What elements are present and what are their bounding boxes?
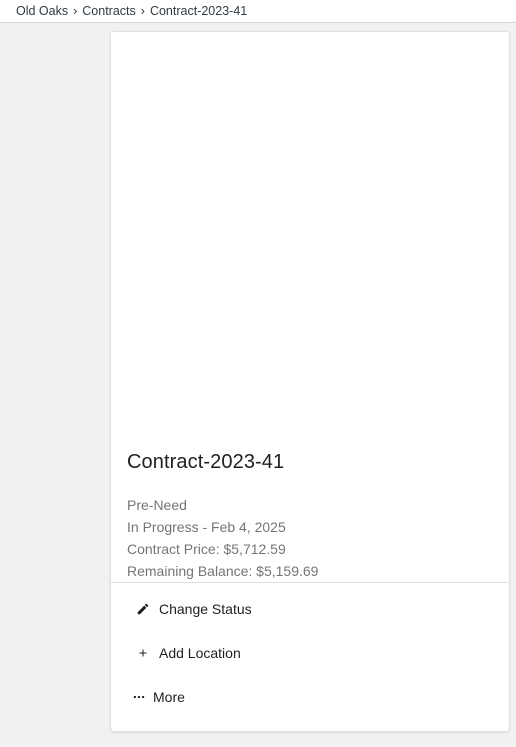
contract-title: Contract-2023-41 bbox=[127, 451, 285, 473]
contract-type: Pre-Need bbox=[127, 497, 187, 513]
card-divider bbox=[111, 582, 509, 583]
card-media bbox=[111, 32, 509, 432]
contract-card: Contract-2023-41 Pre-Need In Progress - … bbox=[110, 31, 510, 732]
contract-details: Pre-Need In Progress - Feb 4, 2025 Contr… bbox=[127, 494, 318, 582]
card-actions: Change Status Add Location More bbox=[111, 587, 509, 719]
breadcrumb-separator: › bbox=[73, 4, 78, 18]
breadcrumb-separator: › bbox=[140, 4, 145, 18]
pencil-icon bbox=[135, 601, 151, 617]
remaining-balance: Remaining Balance: $5,159.69 bbox=[127, 563, 319, 579]
more-button[interactable]: More bbox=[111, 675, 509, 719]
change-status-button[interactable]: Change Status bbox=[111, 587, 509, 631]
plus-icon bbox=[135, 645, 151, 661]
more-label: More bbox=[153, 689, 185, 705]
breadcrumb: Old Oaks › Contracts › Contract-2023-41 bbox=[0, 0, 516, 23]
more-dots-icon bbox=[131, 689, 147, 705]
add-location-label: Add Location bbox=[159, 645, 241, 661]
contract-status: In Progress - Feb 4, 2025 bbox=[127, 519, 286, 535]
breadcrumb-item-contracts[interactable]: Contracts bbox=[82, 4, 136, 18]
add-location-button[interactable]: Add Location bbox=[111, 631, 509, 675]
contract-price: Contract Price: $5,712.59 bbox=[127, 541, 286, 557]
change-status-label: Change Status bbox=[159, 601, 252, 617]
breadcrumb-item-old-oaks[interactable]: Old Oaks bbox=[16, 4, 68, 18]
breadcrumb-item-current: Contract-2023-41 bbox=[149, 4, 248, 18]
